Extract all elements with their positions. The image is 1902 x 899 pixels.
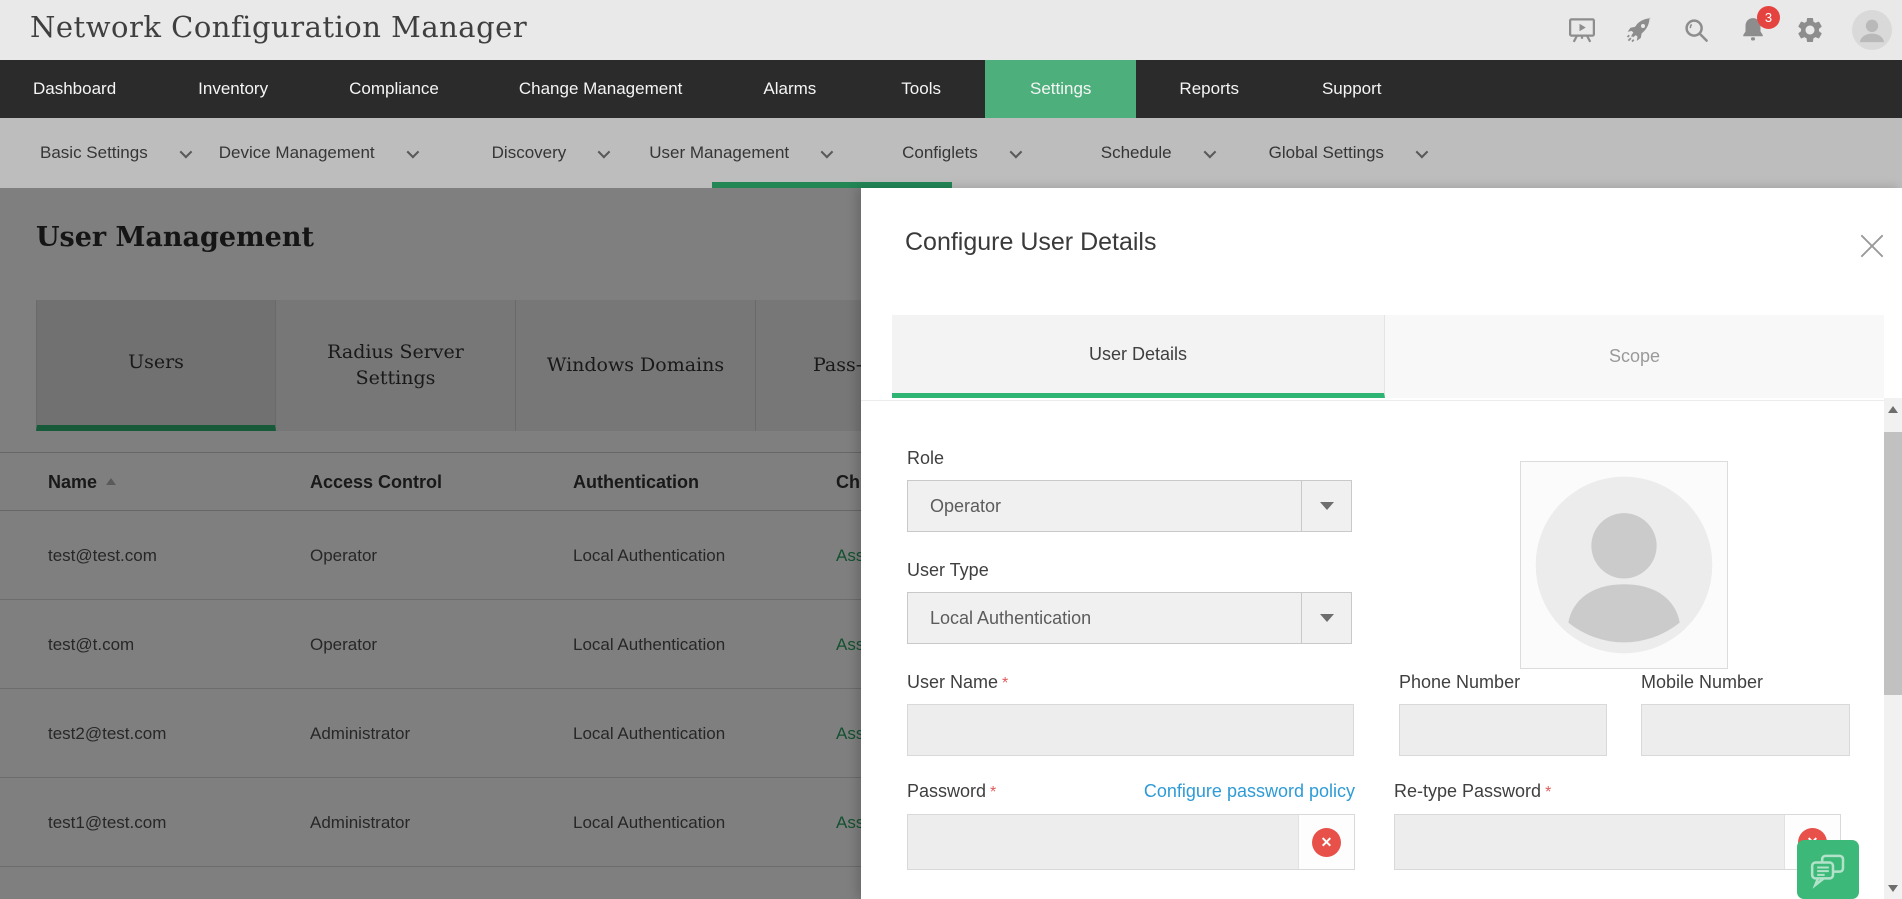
main-nav: Dashboard Inventory Compliance Change Ma… [0, 60, 1902, 118]
configure-user-details-panel: Configure User Details User Details Scop… [861, 188, 1902, 899]
nav-item-reports[interactable]: Reports [1179, 60, 1239, 118]
retype-password-input[interactable] [1395, 815, 1784, 869]
nav-item-dashboard[interactable]: Dashboard [33, 60, 116, 118]
required-asterisk: * [990, 784, 996, 801]
password-label: Password* [907, 781, 996, 802]
error-icon: ✕ [1312, 828, 1341, 857]
dropdown-arrow-icon [1301, 593, 1351, 643]
mobile-number-input[interactable] [1641, 704, 1850, 756]
configure-password-policy-link[interactable]: Configure password policy [1144, 781, 1355, 802]
phone-number-input[interactable] [1399, 704, 1607, 756]
role-value: Operator [908, 496, 1301, 517]
top-header: Network Configuration Manager [0, 0, 1902, 60]
nav-item-compliance[interactable]: Compliance [349, 60, 439, 118]
header-icon-row: 3 [1567, 0, 1892, 60]
required-asterisk: * [1002, 675, 1008, 692]
user-name-input[interactable] [907, 704, 1354, 756]
user-avatar-icon[interactable] [1852, 10, 1892, 50]
panel-title: Configure User Details [905, 228, 1157, 257]
user-type-label: User Type [907, 560, 989, 581]
dropdown-arrow-icon [1301, 481, 1351, 531]
label-text: Password [907, 781, 986, 801]
retype-password-label: Re-type Password* [1394, 781, 1551, 802]
password-error-box: ✕ [1298, 815, 1354, 869]
label-text: Re-type Password [1394, 781, 1541, 801]
close-icon[interactable] [1856, 230, 1888, 262]
app-window: Network Configuration Manager [0, 0, 1902, 899]
rocket-icon[interactable] [1624, 15, 1654, 45]
app-title: Network Configuration Manager [30, 10, 527, 44]
nav-item-alarms[interactable]: Alarms [763, 60, 816, 118]
tabs-divider [861, 400, 1902, 401]
panel-scrollbar[interactable] [1884, 398, 1902, 899]
label-text: User Name [907, 672, 998, 692]
notifications-bell-icon[interactable]: 3 [1738, 15, 1768, 45]
user-name-label: User Name* [907, 672, 1008, 693]
phone-number-label: Phone Number [1399, 672, 1520, 693]
password-input[interactable] [908, 815, 1298, 869]
panel-tabs: User Details Scope [892, 315, 1884, 398]
nav-item-settings-active[interactable]: Settings [985, 60, 1136, 118]
password-header-row: Password* Configure password policy [907, 781, 1355, 802]
password-field-group: ✕ [907, 814, 1355, 870]
search-icon[interactable] [1681, 15, 1711, 45]
user-type-select[interactable]: Local Authentication [907, 592, 1352, 644]
nav-item-change-management[interactable]: Change Management [519, 60, 683, 118]
live-chat-button[interactable] [1797, 840, 1859, 899]
retype-password-field-group: ✕ [1394, 814, 1841, 870]
scrollbar-thumb[interactable] [1884, 432, 1902, 695]
role-label: Role [907, 448, 944, 469]
user-type-value: Local Authentication [908, 608, 1301, 629]
profile-photo-placeholder[interactable] [1520, 461, 1728, 669]
mobile-number-label: Mobile Number [1641, 672, 1763, 693]
scroll-down-arrow[interactable] [1884, 879, 1902, 897]
modal-backdrop-subnav [0, 118, 1902, 188]
scroll-up-arrow[interactable] [1884, 400, 1902, 418]
required-asterisk: * [1545, 784, 1551, 801]
nav-item-tools[interactable]: Tools [901, 60, 941, 118]
presentation-icon[interactable] [1567, 15, 1597, 45]
nav-item-support[interactable]: Support [1322, 60, 1382, 118]
notification-badge: 3 [1757, 6, 1780, 29]
role-select[interactable]: Operator [907, 480, 1352, 532]
nav-item-inventory[interactable]: Inventory [198, 60, 268, 118]
tab-user-details[interactable]: User Details [892, 315, 1385, 398]
gear-icon[interactable] [1795, 15, 1825, 45]
tab-scope[interactable]: Scope [1385, 315, 1884, 398]
